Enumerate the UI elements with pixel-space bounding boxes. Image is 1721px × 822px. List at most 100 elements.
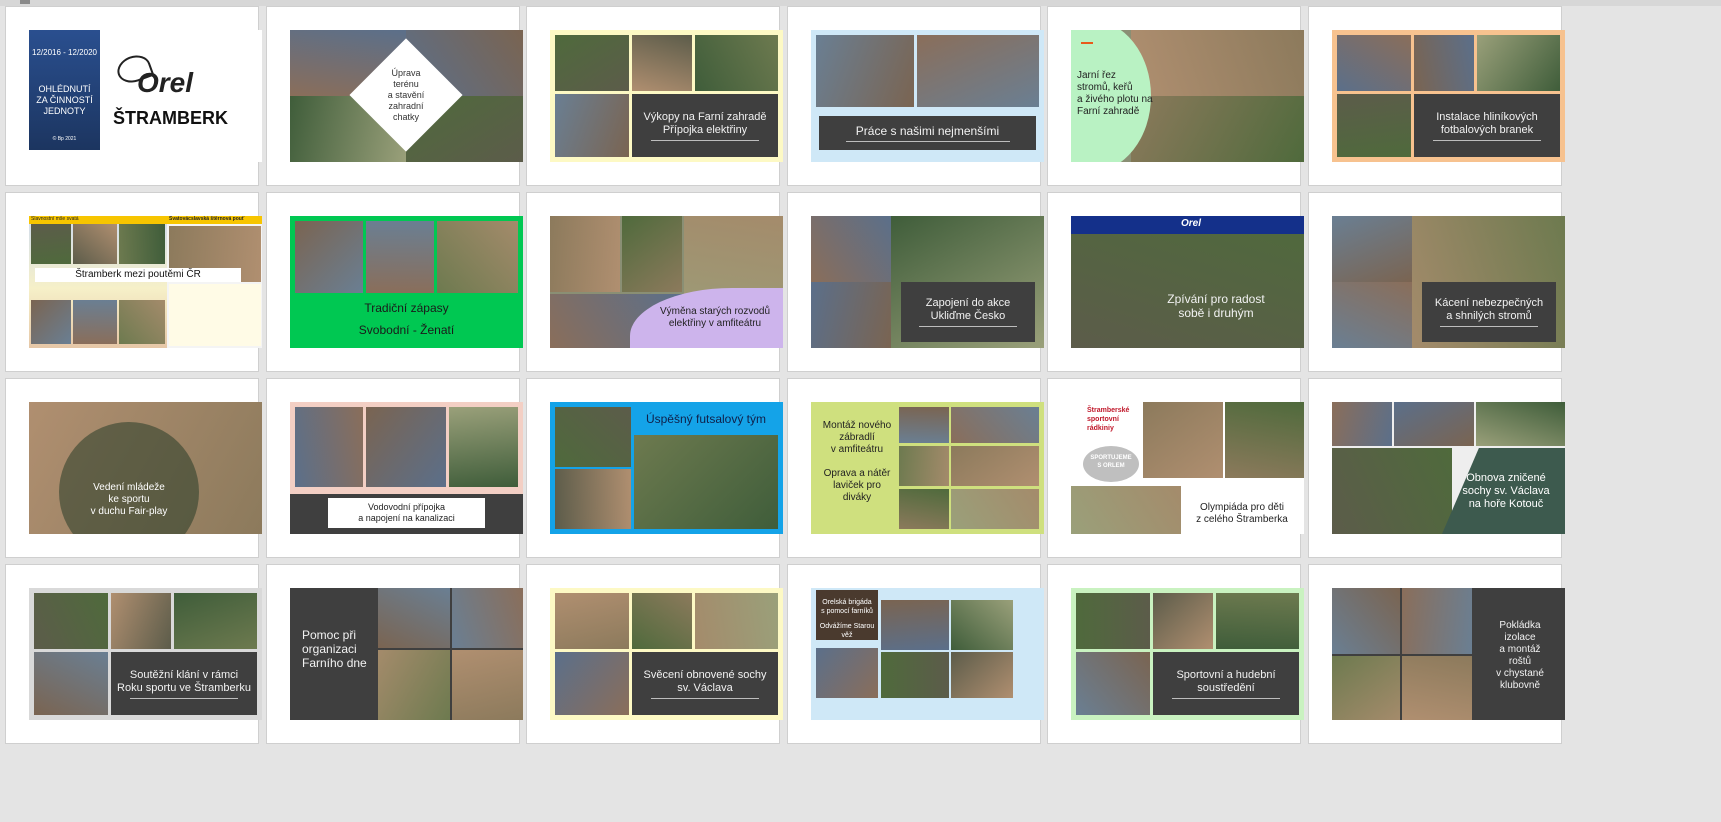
slide-preview[interactable]: Tradiční zápasy Svobodní - Ženatí xyxy=(290,216,523,348)
slide-photo xyxy=(119,300,165,344)
slide-preview[interactable]: Svěcení obnovené sochy sv. Václava xyxy=(550,588,783,720)
slide-thumbnail-4[interactable]: Práce s našimi nejmenšími xyxy=(787,6,1044,186)
slide-photo xyxy=(899,407,949,443)
slide-caption: Kácení nebezpečných a shnilých stromů xyxy=(1434,297,1544,322)
slide-photo xyxy=(634,435,778,529)
slide-preview[interactable]: Úprava terénu a stavění zahradní chatky xyxy=(290,30,523,162)
slide-thumbnail-6[interactable]: Instalace hliníkových fotbalových branek xyxy=(1308,6,1565,186)
orel-logo: Orel xyxy=(137,67,194,98)
slide-photo xyxy=(1076,593,1150,649)
slide-thumbnail-20[interactable]: Pomoc při organizaci Farního dne xyxy=(266,564,523,744)
slide-photo xyxy=(378,588,450,648)
slide-caption: Orelská brigáda s pomocí farníků xyxy=(821,599,873,615)
slide-photo xyxy=(1337,94,1411,157)
caption-rule xyxy=(845,141,1010,142)
slide-preview[interactable]: Jarní řez stromů, keřů a živého plotu na… xyxy=(1071,30,1304,162)
slide-caption: Oprava a nátěr laviček pro diváky xyxy=(823,468,891,503)
slide-photo xyxy=(951,446,1039,486)
caption-rule xyxy=(651,697,759,699)
slide-caption: Svobodní - Ženatí xyxy=(358,322,455,337)
slide-photo xyxy=(1477,35,1560,91)
slide-thumbnail-21[interactable]: Svěcení obnovené sochy sv. Václava xyxy=(526,564,783,744)
slide-photo xyxy=(555,407,631,467)
slide-caption: Montáž nového zábradlí v amfiteátru xyxy=(822,420,892,455)
slide-preview[interactable]: Vedení mládeže ke sportu v duchu Fair-pl… xyxy=(29,402,262,534)
slide-thumbnail-15[interactable]: Úspěšný futsalový tým xyxy=(526,378,783,558)
slide-photo xyxy=(1071,486,1181,534)
slide-caption-box: Práce s našimi nejmenšími xyxy=(819,116,1036,150)
slide-thumbnail-22[interactable]: Orelská brigáda s pomocí farníků Odvážíme… xyxy=(787,564,1044,744)
slide-thumbnail-3[interactable]: Výkopy na Farní zahradě Přípojka elektři… xyxy=(526,6,783,186)
slide-photo xyxy=(119,224,165,264)
slide-preview[interactable]: Kácení nebezpečných a shnilých stromů xyxy=(1332,216,1565,348)
slide-caption: Tradiční zápasy xyxy=(364,301,449,315)
slide-preview[interactable]: Štramberské sportovní rádkiniy SPORTUJEME… xyxy=(1071,402,1304,534)
slide-caption: Pomoc při organizaci Farního dne xyxy=(302,628,367,670)
slide-photo xyxy=(632,593,692,649)
slide-photo xyxy=(34,593,108,649)
slide-caption: Úprava terénu a stavění zahradní chatky xyxy=(387,68,425,122)
slide-caption-box: Kácení nebezpečných a shnilých stromů xyxy=(1422,282,1556,342)
slide-photo xyxy=(1071,216,1304,348)
accent-dash xyxy=(1081,42,1093,44)
slide-preview[interactable]: Zapojení do akce Ukliďme Česko xyxy=(811,216,1044,348)
slide-thumbnail-10[interactable]: Zapojení do akce Ukliďme Česko xyxy=(787,192,1044,372)
slide-preview[interactable]: 12/2016 - 12/2020 OHLÉDNUTÍ ZA ČINNOSTÍ J… xyxy=(29,30,262,162)
slide-caption-box: Zapojení do akce Ukliďme Česko xyxy=(901,282,1035,342)
slide-preview[interactable]: Slavnostní mše svatá Svatovácslavská štěr… xyxy=(29,216,262,348)
slide-caption-box: Výkopy na Farní zahradě Přípojka elektři… xyxy=(632,94,778,157)
slide-photo xyxy=(31,300,71,344)
slide-photo xyxy=(555,35,629,91)
slide-thumbnail-14[interactable]: Vodovodní přípojka a napojení na kanaliz… xyxy=(266,378,523,558)
slide-preview[interactable]: Výměna starých rozvodů elektřiny v amfit… xyxy=(550,216,783,348)
slide-thumbnail-5[interactable]: Jarní řez stromů, keřů a živého plotu na… xyxy=(1047,6,1304,186)
slide-photo xyxy=(951,489,1039,529)
slide-preview[interactable]: Pokládka izolace a montáž roštů v chysta… xyxy=(1332,588,1565,720)
slide-photo xyxy=(632,35,692,91)
slide-preview[interactable]: Montáž nového zábradlí v amfiteátru Oprav… xyxy=(811,402,1044,534)
slide-photo xyxy=(1332,282,1412,348)
caption-rule xyxy=(1433,139,1541,141)
slide-thumbnail-11[interactable]: Orel Zpívání pro radost sobě i druhým xyxy=(1047,192,1304,372)
slide-caption: Orel xyxy=(1180,218,1201,229)
slide-thumbnail-8[interactable]: Tradiční zápasy Svobodní - Ženatí xyxy=(266,192,523,372)
slide-thumbnail-18[interactable]: Obnova zničené sochy sv. Václava na hoře… xyxy=(1308,378,1565,558)
slide-thumbnail-12[interactable]: Kácení nebezpečných a shnilých stromů xyxy=(1308,192,1565,372)
slide-thumbnail-9[interactable]: Výměna starých rozvodů elektřiny v amfit… xyxy=(526,192,783,372)
slide-photo xyxy=(917,35,1039,107)
slide-thumbnail-17[interactable]: Štramberské sportovní rádkiniy SPORTUJEME… xyxy=(1047,378,1304,558)
slide-caption: Pokládka izolace a montáž roštů v chysta… xyxy=(1496,620,1544,691)
caption-rule xyxy=(651,139,759,141)
slide-photo xyxy=(899,489,949,529)
slide-photo xyxy=(881,600,949,650)
slide-caption: SPORTUJEME S ORLEM xyxy=(1090,455,1132,469)
slide-photo xyxy=(1153,593,1213,649)
slide-thumbnail-13[interactable]: Vedení mládeže ke sportu v duchu Fair-pl… xyxy=(5,378,262,558)
slide-preview[interactable]: Orel Zpívání pro radost sobě i druhým xyxy=(1071,216,1304,348)
slide-thumbnail-7[interactable]: Slavnostní mše svatá Svatovácslavská štěr… xyxy=(5,192,262,372)
slide-thumbnail-2[interactable]: Úprava terénu a stavění zahradní chatky xyxy=(266,6,523,186)
slide-photo xyxy=(555,94,629,157)
slide-preview[interactable]: Sportovní a hudební soustředění xyxy=(1071,588,1304,720)
slide-thumbnail-1[interactable]: 12/2016 - 12/2020 OHLÉDNUTÍ ZA ČINNOSTÍ J… xyxy=(5,6,262,186)
slide-sorter-grid: 12/2016 - 12/2020 OHLÉDNUTÍ ZA ČINNOSTÍ J… xyxy=(0,0,1721,822)
slide-preview[interactable]: Úspěšný futsalový tým xyxy=(550,402,783,534)
slide-preview[interactable]: Instalace hliníkových fotbalových branek xyxy=(1332,30,1565,162)
slide-photo xyxy=(378,650,450,720)
slide-photo xyxy=(816,648,878,698)
slide-caption-box: Štramberk mezi poutěmi ČR xyxy=(35,268,241,282)
slide-preview[interactable]: Orelská brigáda s pomocí farníků Odvážíme… xyxy=(811,588,1044,720)
slide-preview[interactable]: Obnova zničené sochy sv. Václava na hoře… xyxy=(1332,402,1565,534)
slide-thumbnail-24[interactable]: Pokládka izolace a montáž roštů v chysta… xyxy=(1308,564,1565,744)
slide-thumbnail-16[interactable]: Montáž nového zábradlí v amfiteátru Oprav… xyxy=(787,378,1044,558)
slide-photo xyxy=(555,469,631,529)
slide-preview[interactable]: Práce s našimi nejmenšími xyxy=(811,30,1044,162)
slide-preview[interactable]: Pomoc při organizaci Farního dne xyxy=(290,588,523,720)
slide-thumbnail-19[interactable]: Soutěžní klání v rámci Roku sportu ve Št… xyxy=(5,564,262,744)
slide-preview[interactable]: Soutěžní klání v rámci Roku sportu ve Št… xyxy=(29,588,262,720)
slide-preview[interactable]: Výkopy na Farní zahradě Přípojka elektři… xyxy=(550,30,783,162)
slide-caption: Obnova zničené sochy sv. Václava na hoře… xyxy=(1462,472,1550,510)
slide-photo xyxy=(31,224,71,264)
slide-thumbnail-23[interactable]: Sportovní a hudební soustředění xyxy=(1047,564,1304,744)
slide-preview[interactable]: Vodovodní přípojka a napojení na kanaliz… xyxy=(290,402,523,534)
